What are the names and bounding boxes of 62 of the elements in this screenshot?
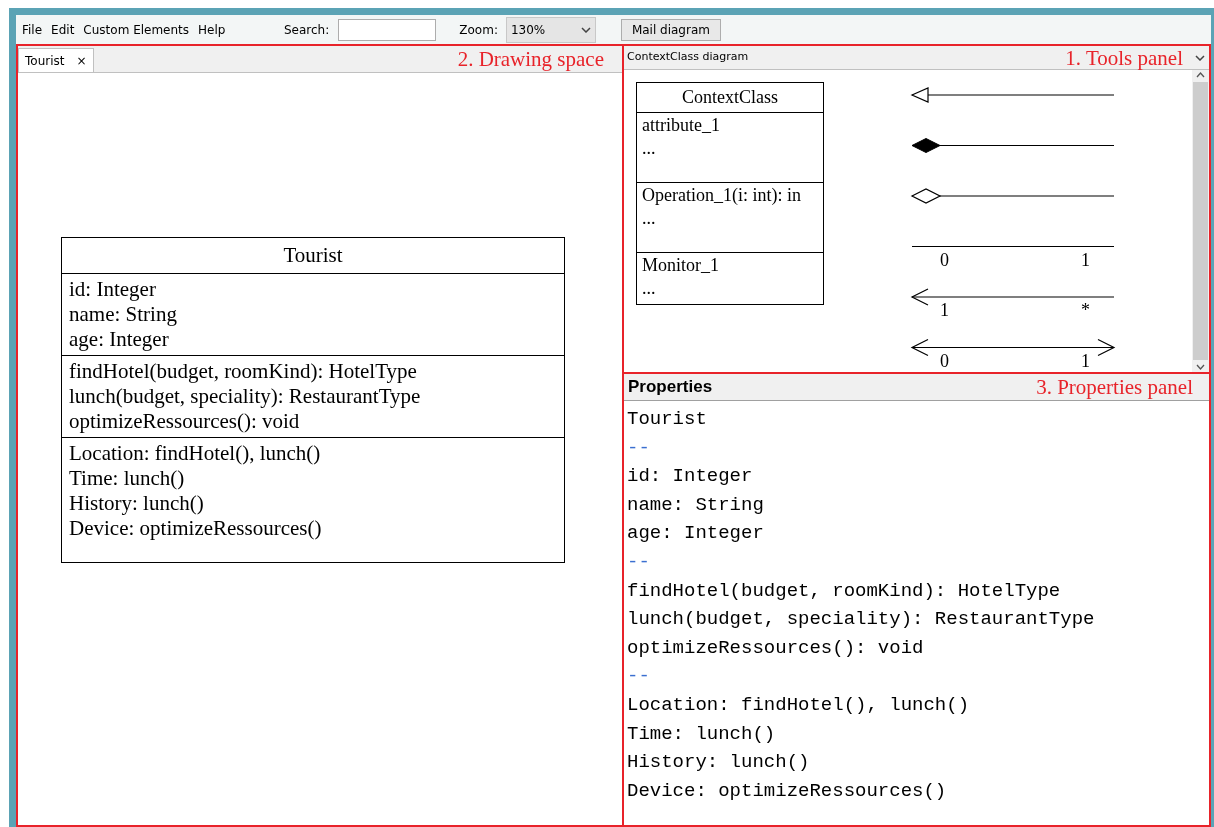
property-line: lunch(budget, speciality): RestaurantType [627, 607, 1095, 633]
annotation-label: 3. Properties panel [1036, 374, 1193, 400]
class-member: optimizeRessources(): void [69, 409, 300, 434]
annotation-label: 1. Tools panel [1065, 45, 1183, 71]
property-line: Time: lunch() [627, 721, 776, 747]
zoom-dropdown[interactable]: 130% [505, 16, 596, 43]
property-line: findHotel(budget, roomKind): HotelType [627, 578, 1061, 604]
scroll-down-icon[interactable] [1196, 364, 1205, 370]
panel-title: Properties [628, 376, 713, 399]
chevron-down-icon [580, 26, 591, 33]
property-line: History: lunch() [627, 750, 810, 776]
property-line: age: Integer [627, 521, 764, 547]
scroll-up-icon[interactable] [1196, 72, 1205, 78]
menu-item[interactable]: Edit [51, 20, 75, 39]
class-member: ... [642, 137, 656, 160]
panel-title: ContextClass diagram [627, 49, 749, 66]
separator-line: -- [627, 549, 650, 575]
class-member: age: Integer [69, 327, 169, 352]
multiplicity-label: 1 [940, 300, 949, 320]
class-member: ... [642, 207, 656, 230]
separator-line: -- [627, 664, 650, 690]
class-member: findHotel(budget, roomKind): HotelType [69, 359, 417, 384]
class-member: name: String [69, 302, 177, 327]
property-line: name: String [627, 492, 764, 518]
menu-item[interactable]: File [22, 20, 43, 39]
class-member: History: lunch() [69, 491, 204, 516]
menu-item[interactable]: Help [198, 20, 226, 39]
association-connector-icon[interactable] [911, 245, 1115, 248]
property-line: Location: findHotel(), lunch() [627, 692, 970, 718]
multiplicity-label: 1 [1081, 350, 1090, 371]
property-line: id: Integer [627, 464, 753, 490]
class-member: Time: lunch() [69, 466, 185, 491]
separator-line: -- [627, 435, 650, 461]
tab[interactable]: Tourist × [18, 48, 94, 72]
class-name: Tourist [283, 243, 343, 267]
generalization-connector-icon[interactable] [910, 87, 1115, 103]
class-member: attribute_1 [642, 114, 720, 137]
aggregation-connector-icon[interactable] [910, 188, 1115, 204]
class-member: id: Integer [69, 277, 156, 302]
chevron-down-icon[interactable] [1195, 54, 1205, 61]
composition-connector-icon[interactable] [911, 138, 1115, 153]
class-name: ContextClass [682, 87, 778, 107]
class-member: ... [642, 277, 656, 300]
multiplicity-label: 1 [1081, 249, 1090, 270]
search-field[interactable] [338, 18, 437, 41]
class-member: lunch(budget, speciality): RestaurantType [69, 384, 421, 409]
property-line: Tourist [627, 407, 707, 432]
property-line: Device: optimizeRessources() [627, 778, 947, 804]
menu-item[interactable]: Custom Elements [83, 20, 190, 39]
class-member: Operation_1(i: int): in [642, 184, 801, 207]
multiplicity-label: 0 [940, 249, 949, 270]
annotation-label: 2. Drawing space [457, 46, 604, 72]
scrollbar[interactable] [1192, 70, 1209, 372]
multiplicity-label: 0 [940, 350, 949, 371]
class-member: Location: findHotel(), lunch() [69, 441, 321, 466]
search-label: Search: [284, 21, 330, 39]
class-member: Monitor_1 [642, 254, 719, 277]
property-line: optimizeRessources(): void [627, 635, 924, 661]
mail-diagram-button[interactable]: Mail diagram [620, 18, 721, 41]
multiplicity-label: * [1081, 300, 1090, 320]
zoom-label: Zoom: [459, 21, 498, 39]
class-member: Device: optimizeRessources() [69, 516, 322, 541]
